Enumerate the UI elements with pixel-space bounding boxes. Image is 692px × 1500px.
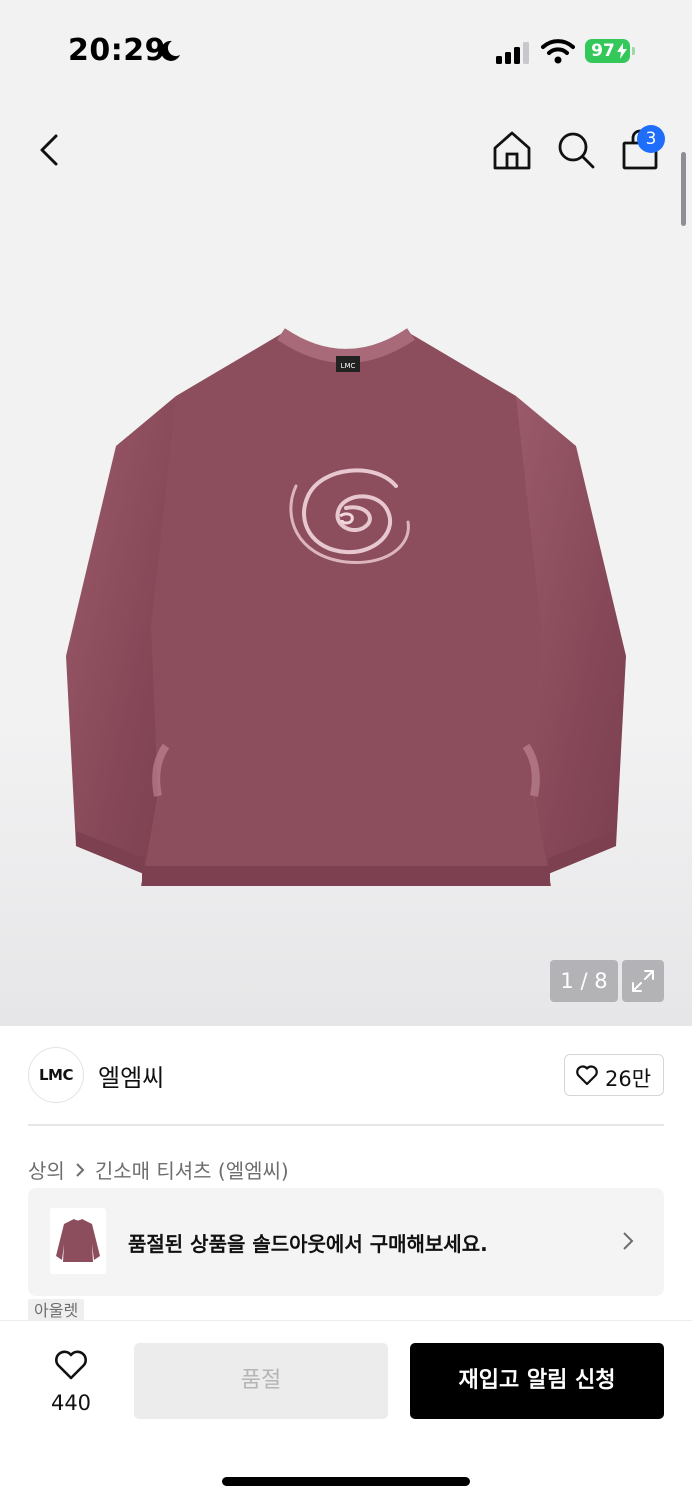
restock-alert-button[interactable]: 재입고 알림 신청 (410, 1343, 664, 1419)
soldout-banner-text: 품절된 상품을 솔드아웃에서 구매해보세요. (128, 1232, 488, 1256)
scrollbar[interactable] (681, 152, 686, 226)
product-gallery[interactable]: 20:29 97 3 LMC 1 / 8 (0, 0, 692, 1026)
wishlist-button[interactable]: 440 (36, 1345, 106, 1421)
chevron-right-icon (623, 1232, 634, 1250)
heart-icon (576, 1065, 598, 1086)
brand-like-button[interactable]: 26만 (564, 1054, 664, 1096)
brand-logo[interactable]: LMC (28, 1047, 84, 1103)
home-icon[interactable] (490, 128, 534, 172)
image-counter: 1 / 8 (550, 960, 618, 1002)
top-nav (0, 120, 692, 180)
product-neck-label: LMC (341, 362, 356, 370)
breadcrumb-subcategory[interactable]: 긴소매 티셔츠 (엘엠씨) (95, 1159, 289, 1183)
cart-count-badge: 3 (637, 125, 665, 153)
wifi-icon (541, 39, 575, 64)
brand-name[interactable]: 엘엠씨 (98, 1058, 164, 1093)
breadcrumb-category[interactable]: 상의 (28, 1159, 65, 1183)
divider (28, 1124, 664, 1126)
expand-image-button[interactable] (622, 960, 664, 1002)
expand-icon (632, 970, 654, 992)
soldout-button[interactable]: 품절 (134, 1343, 388, 1419)
heart-icon (55, 1350, 87, 1380)
soldout-banner[interactable]: 품절된 상품을 솔드아웃에서 구매해보세요. (28, 1188, 664, 1296)
back-arrow-icon[interactable] (34, 130, 68, 170)
chevron-right-icon (76, 1162, 85, 1177)
battery-indicator: 97 (585, 39, 635, 63)
status-bar: 20:29 97 (0, 0, 692, 100)
status-time: 20:29 (68, 33, 166, 68)
moon-icon (160, 40, 180, 61)
soldout-thumbnail (50, 1208, 106, 1274)
search-icon[interactable] (554, 128, 598, 172)
breadcrumb: 상의 긴소매 티셔츠 (엘엠씨) (28, 1155, 289, 1183)
battery-percent: 97 (591, 41, 615, 61)
home-indicator (222, 1477, 470, 1486)
bottom-action-bar: 440 품절 재입고 알림 신청 (0, 1320, 692, 1500)
wishlist-count: 440 (50, 1391, 92, 1415)
charging-bolt-icon (617, 43, 627, 59)
product-image[interactable]: LMC (56, 326, 636, 896)
cellular-signal-icon (496, 42, 529, 64)
brand-like-count: 26만 (605, 1067, 652, 1091)
